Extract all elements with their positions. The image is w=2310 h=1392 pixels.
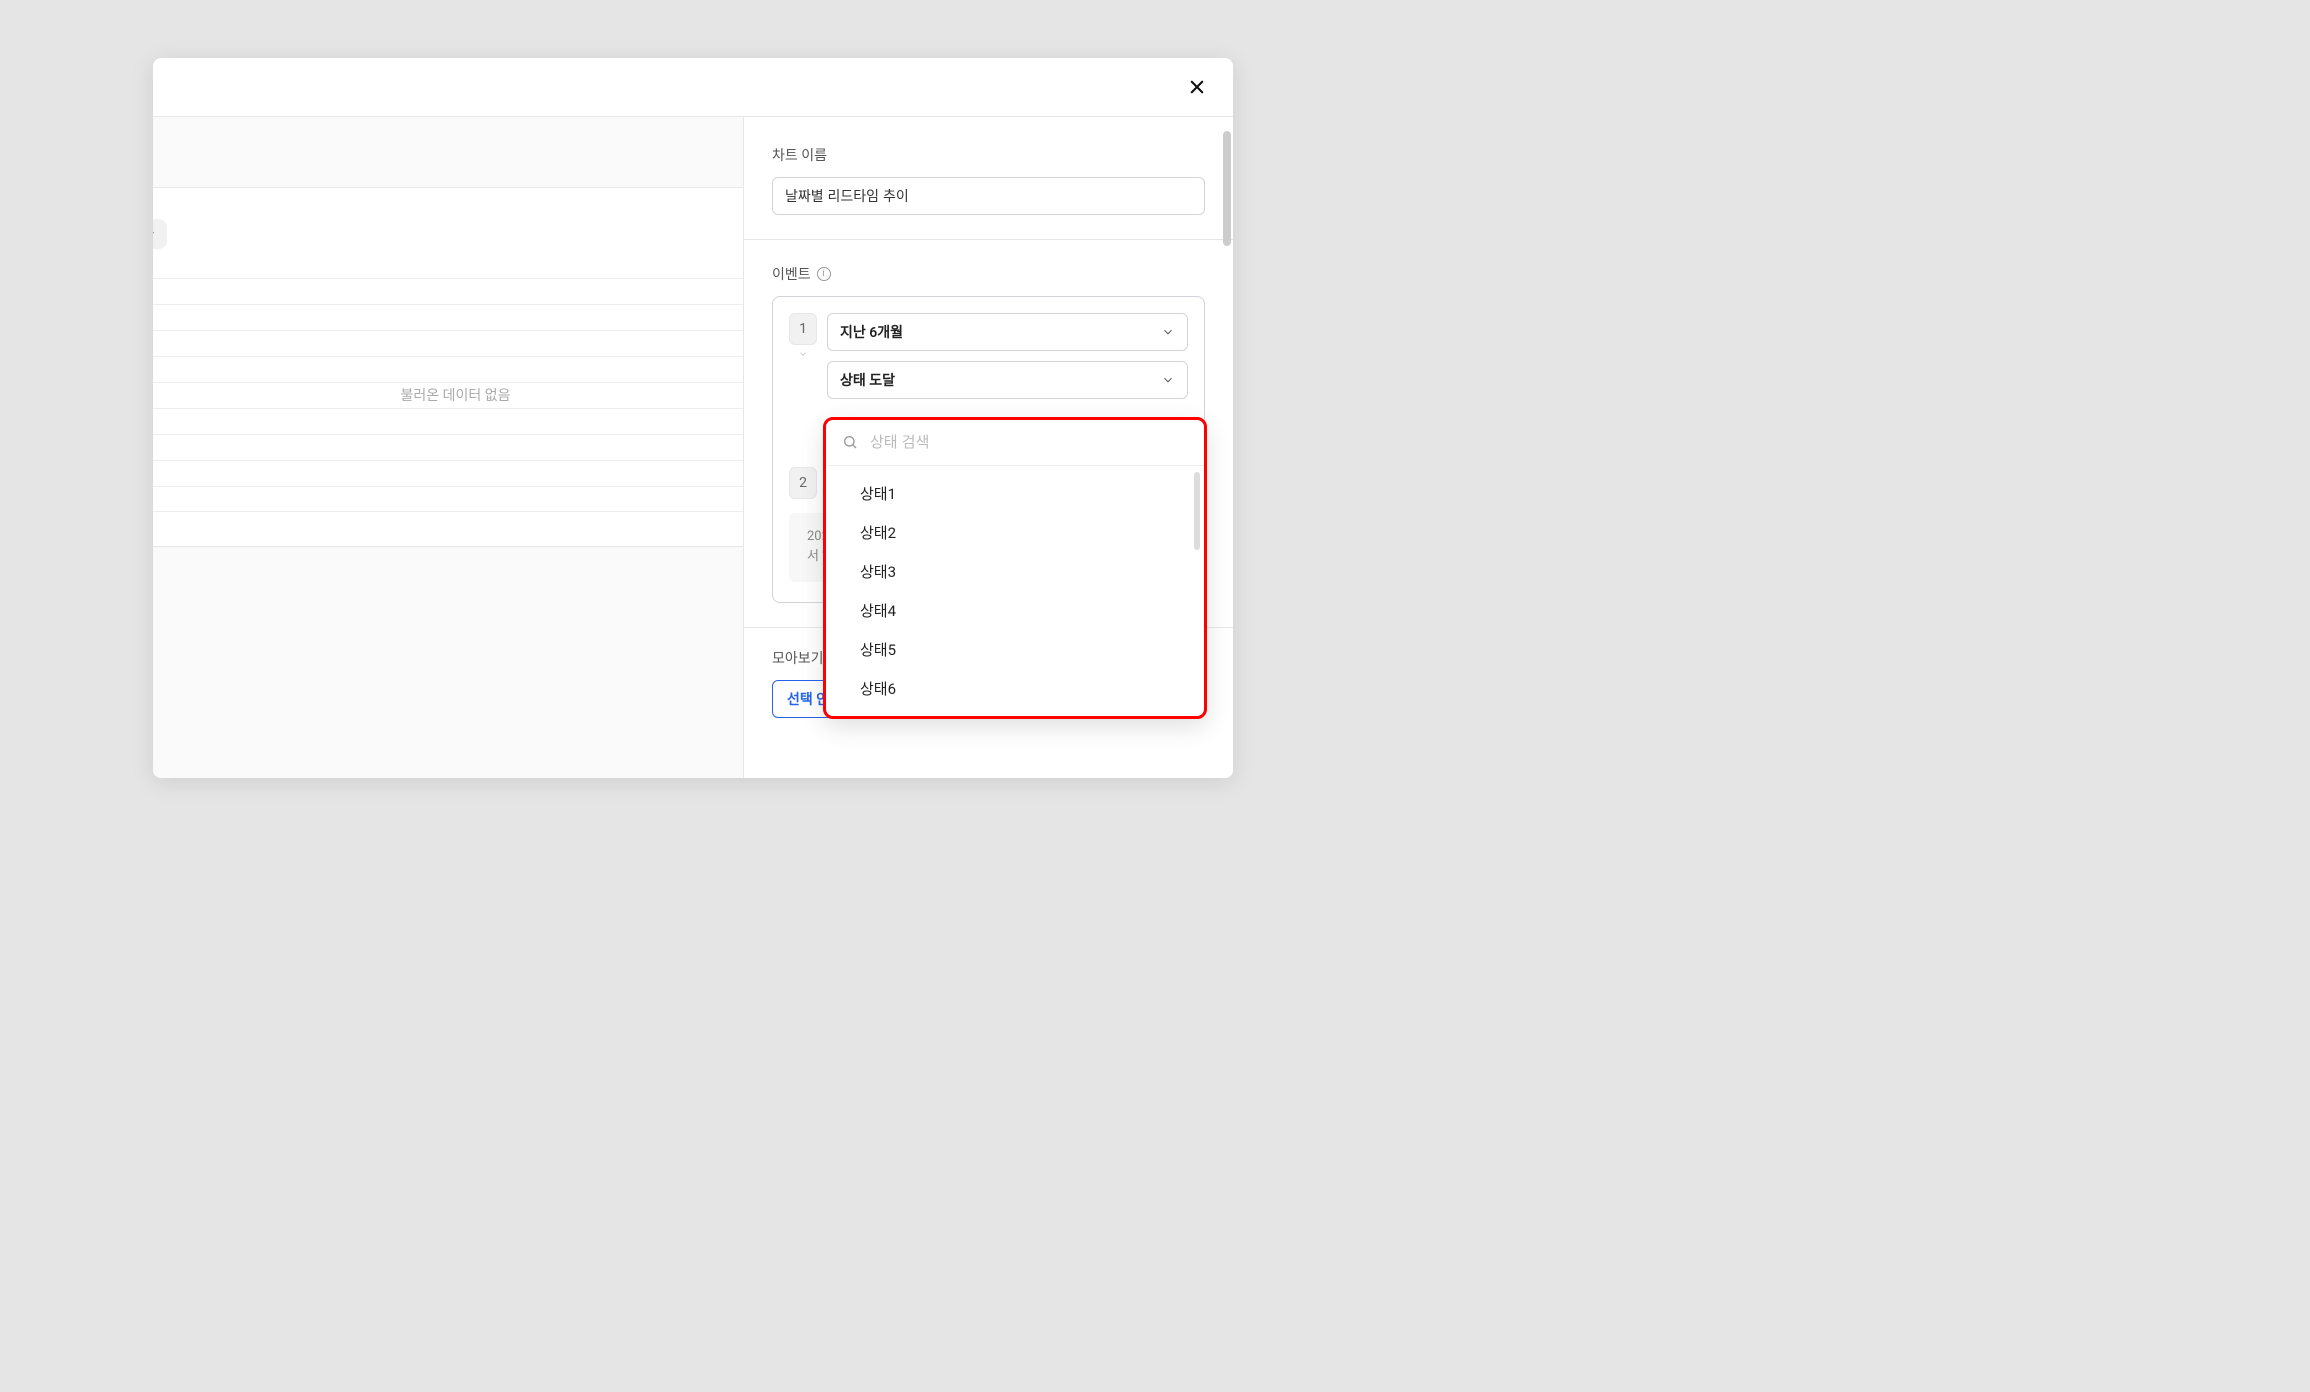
chart-preview-card: ! 불러온 데이터 없음: [153, 187, 743, 547]
modal: ! 불러온 데이터 없음: [153, 58, 1233, 778]
grid-line: [153, 460, 743, 486]
period-select[interactable]: 지난 6개월: [827, 313, 1188, 351]
status-option-3[interactable]: 상태3: [826, 552, 1204, 591]
modal-header: [153, 58, 1233, 117]
dropdown-scrollbar[interactable]: [1194, 472, 1200, 550]
status-search-input[interactable]: [870, 434, 1188, 451]
chevron-down-icon: [153, 227, 157, 241]
dropdown-search-row: [826, 420, 1204, 466]
action-select[interactable]: 상태 도달: [827, 361, 1188, 399]
chevron-down-icon: [1161, 373, 1175, 387]
close-icon: [1187, 77, 1207, 97]
divider: [744, 239, 1233, 240]
arrow-down-icon: [798, 349, 808, 359]
step-column: 1: [789, 313, 817, 359]
step-badge-1: 1: [789, 313, 817, 345]
grid-line: [153, 486, 743, 512]
period-select-value: 지난 6개월: [840, 322, 903, 342]
info-icon[interactable]: i: [817, 267, 831, 281]
event-config-box: 1 지난 6개월 상태 도달: [772, 296, 1205, 604]
grid-line: [153, 408, 743, 434]
action-select-value: 상태 도달: [840, 370, 895, 390]
chart-type-select[interactable]: !: [153, 219, 167, 249]
status-option-6[interactable]: 상태6: [826, 669, 1204, 708]
grid-line: [153, 304, 743, 330]
status-option-5[interactable]: 상태5: [826, 630, 1204, 669]
dropdown-list: 상태1 상태2 상태3 상태4 상태5 상태6: [826, 466, 1204, 716]
left-panel: ! 불러온 데이터 없음: [153, 117, 743, 778]
no-data-label: 불러온 데이터 없음: [383, 385, 529, 405]
status-option-4[interactable]: 상태4: [826, 591, 1204, 630]
grid-line: [153, 434, 743, 460]
chevron-down-icon: [1161, 325, 1175, 339]
event-label: 이벤트 i: [772, 264, 1205, 284]
grid-line: [153, 330, 743, 356]
modal-body: ! 불러온 데이터 없음: [153, 117, 1233, 778]
search-icon: [842, 434, 858, 450]
group-by-label-text: 모아보기: [772, 648, 824, 668]
chart-name-label: 차트 이름: [772, 145, 1205, 165]
right-panel: 차트 이름 이벤트 i 1 지난 6개월: [743, 117, 1233, 778]
step-badge-2: 2: [789, 467, 817, 499]
right-scrollbar[interactable]: [1223, 131, 1231, 246]
grid-line: [153, 356, 743, 382]
grid-line: [153, 278, 743, 304]
status-option-1[interactable]: 상태1: [826, 474, 1204, 513]
event-label-text: 이벤트: [772, 264, 811, 284]
chart-grid: 불러온 데이터 없음: [153, 278, 743, 512]
close-button[interactable]: [1181, 71, 1213, 103]
no-data-row: 불러온 데이터 없음: [153, 382, 743, 408]
status-option-2[interactable]: 상태2: [826, 513, 1204, 552]
chart-name-input[interactable]: [772, 177, 1205, 215]
step-column: 2: [789, 467, 817, 499]
status-dropdown: 상태1 상태2 상태3 상태4 상태5 상태6: [823, 417, 1207, 719]
